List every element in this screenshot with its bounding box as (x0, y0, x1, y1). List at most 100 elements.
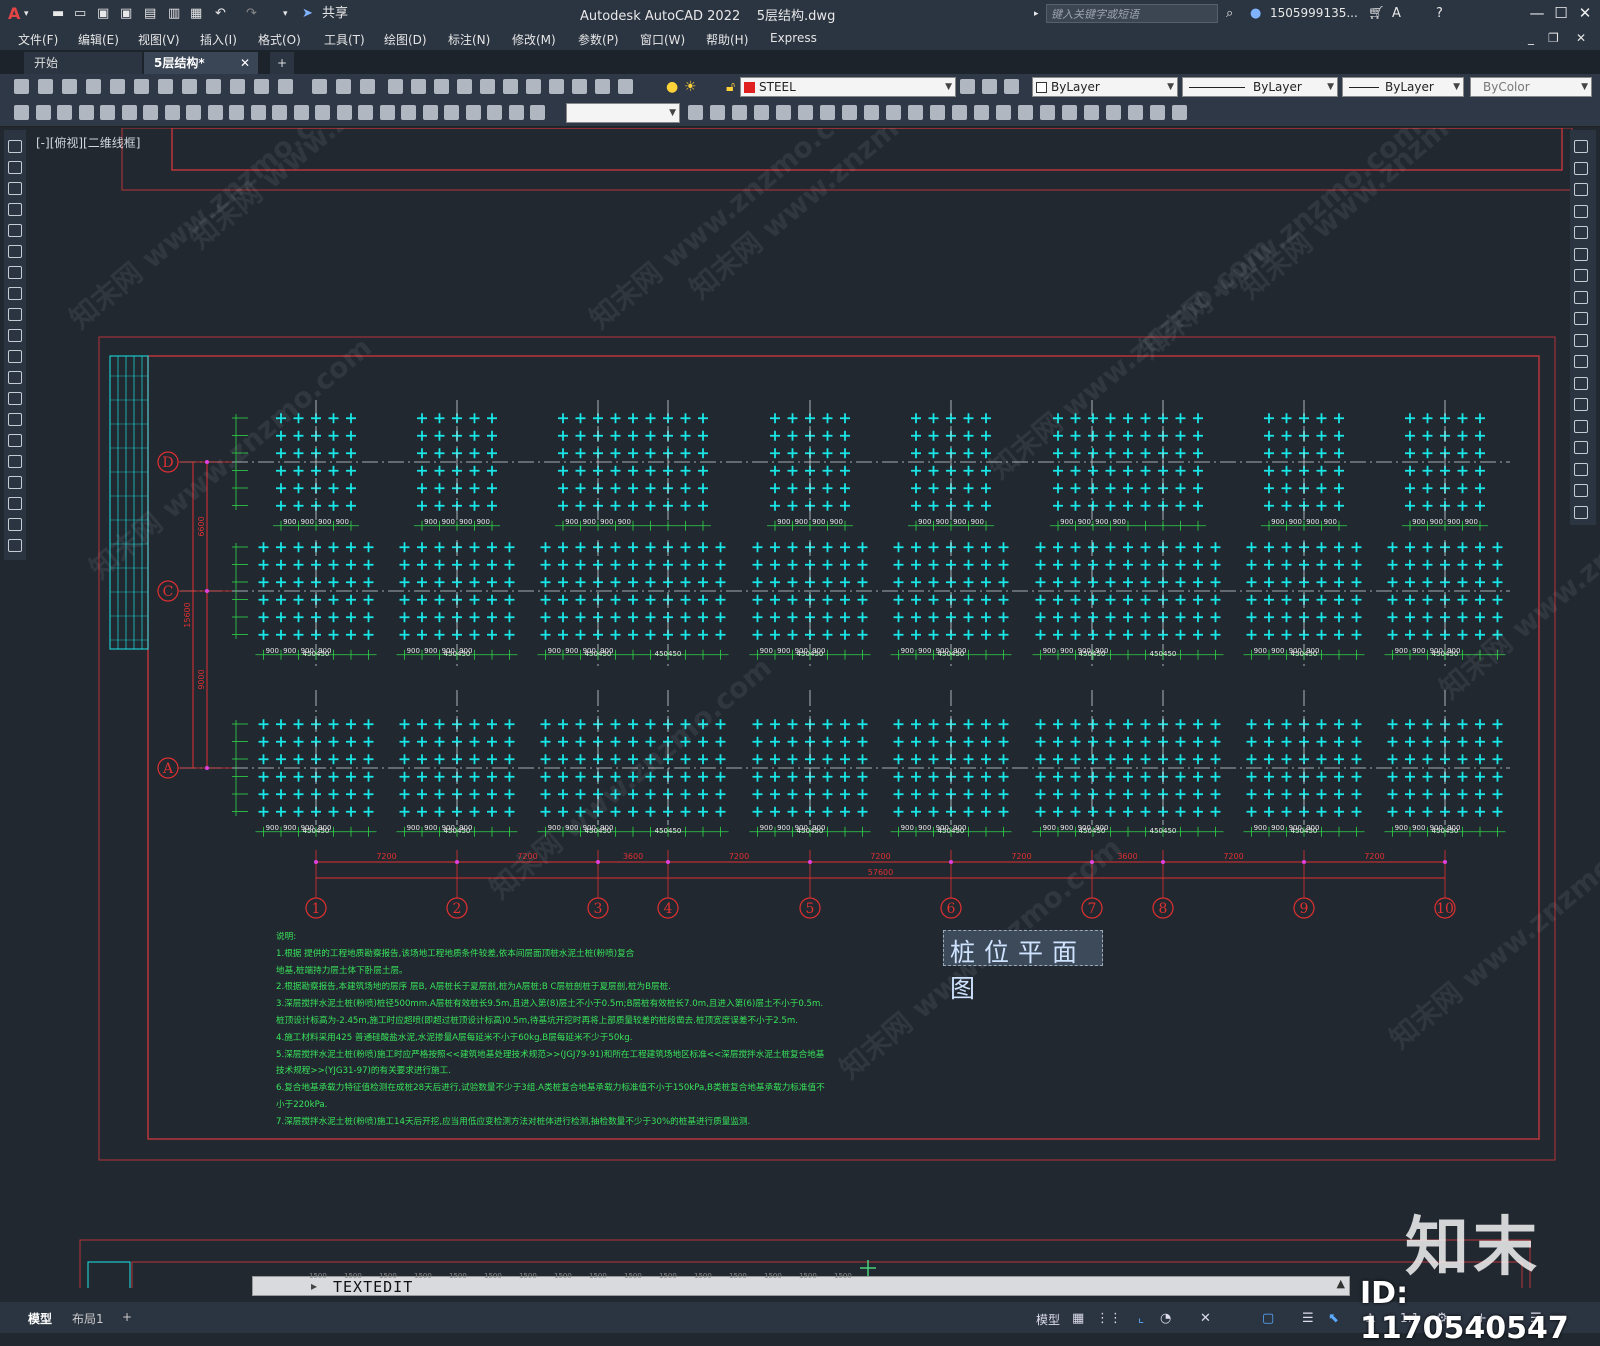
dim-tool-16-icon[interactable] (337, 105, 352, 120)
dim-tool-33-icon[interactable] (842, 105, 857, 120)
dim-tool-30-icon[interactable] (776, 105, 791, 120)
doc-minimize-icon[interactable]: _ (1528, 31, 1534, 45)
tab-close-icon[interactable]: ✕ (240, 52, 250, 74)
dim-tool-7-icon[interactable] (143, 105, 158, 120)
dim-tool-19-icon[interactable] (401, 105, 416, 120)
app-menu-arrow-icon[interactable]: ▾ (24, 4, 29, 24)
standard-tool-6-icon[interactable] (134, 79, 149, 94)
dim-tool-6-icon[interactable] (122, 105, 137, 120)
modify-tool-17-icon[interactable] (1574, 484, 1588, 497)
modify-tool-14-icon[interactable] (1574, 419, 1588, 433)
cart-icon[interactable]: 🛒︎ (1368, 4, 1385, 24)
standard-tool-12-icon[interactable] (278, 79, 293, 94)
dim-tool-11-icon[interactable] (229, 105, 244, 120)
doc-close-icon[interactable]: ✕ (1576, 31, 1586, 45)
draw-tool-14-icon[interactable] (8, 413, 22, 426)
new-file-icon[interactable]: ▬ (52, 4, 64, 24)
tab-document[interactable]: 5层结构* ✕ (144, 52, 258, 74)
dim-tool-3-icon[interactable] (57, 105, 72, 120)
menu-modify[interactable]: 修改(M) (512, 31, 556, 48)
modify-tool-4-icon[interactable] (1574, 204, 1588, 218)
dim-tool-34-icon[interactable] (864, 105, 879, 120)
draw-tool-11-icon[interactable] (8, 350, 22, 363)
linetype-dropdown[interactable]: ByLayer ▼ (1182, 77, 1338, 97)
standard-tool-25-icon[interactable] (595, 79, 610, 94)
color-dropdown[interactable]: ByLayer ▼ (1032, 77, 1178, 97)
menu-format[interactable]: 格式(O) (258, 31, 301, 48)
dim-tool-24-icon[interactable] (509, 105, 524, 120)
draw-tool-5-icon[interactable] (8, 224, 22, 237)
standard-tool-8-icon[interactable] (182, 79, 197, 94)
user-icon[interactable]: ● (1250, 4, 1261, 24)
doc-restore-icon[interactable]: ❐ (1548, 31, 1559, 45)
menu-edit[interactable]: 编辑(E) (78, 31, 119, 48)
dim-tool-26-icon[interactable] (688, 105, 703, 120)
dim-tool-10-icon[interactable] (208, 105, 223, 120)
autodesk-a360-icon[interactable]: A (1392, 4, 1401, 24)
dim-tool-31-icon[interactable] (798, 105, 813, 120)
search-expand-icon[interactable]: ▸ (1034, 4, 1039, 24)
modify-tool-15-icon[interactable] (1574, 441, 1588, 454)
standard-tool-21-icon[interactable] (503, 79, 518, 94)
dim-tool-48-icon[interactable] (1172, 105, 1187, 120)
menu-dimension[interactable]: 标注(N) (448, 31, 490, 48)
save-icon[interactable]: ▣ (97, 4, 109, 24)
draw-tool-16-icon[interactable] (8, 455, 22, 468)
selection-cycling-icon[interactable]: ⬉ (1328, 1311, 1339, 1326)
maximize-button[interactable]: ☐ (1550, 3, 1572, 23)
command-line[interactable]: 1500 1500 1500 1500 1500 1500 1500 1500 1500 1500… (252, 1272, 1350, 1296)
layer-freeze-icon[interactable]: ☀ (684, 79, 697, 95)
dim-tool-27-icon[interactable] (710, 105, 725, 120)
standard-tool-5-icon[interactable] (110, 79, 125, 94)
dim-tool-43-icon[interactable] (1062, 105, 1077, 120)
modify-tool-5-icon[interactable] (1574, 226, 1588, 239)
layout1-tab[interactable]: 布局1 (72, 1310, 104, 1327)
dim-tool-17-icon[interactable] (358, 105, 373, 120)
draw-tool-20-icon[interactable] (8, 539, 22, 552)
dim-tool-13-icon[interactable] (272, 105, 287, 120)
dim-tool-8-icon[interactable] (165, 105, 180, 120)
dim-tool-21-icon[interactable] (444, 105, 459, 120)
standard-tool-2-icon[interactable] (38, 79, 53, 94)
standard-tool-22-icon[interactable] (526, 79, 541, 94)
dim-tool-14-icon[interactable] (294, 105, 309, 120)
draw-tool-4-icon[interactable] (8, 203, 22, 216)
layer-properties-icon[interactable] (960, 79, 975, 94)
dim-tool-44-icon[interactable] (1084, 105, 1099, 120)
modify-tool-2-icon[interactable] (1574, 161, 1588, 175)
standard-tool-4-icon[interactable] (86, 79, 101, 94)
draw-tool-10-icon[interactable] (8, 329, 22, 342)
layer-on-icon[interactable]: ● (666, 79, 678, 95)
user-name[interactable]: 1505999135... (1270, 6, 1358, 20)
add-layout-button[interactable]: + (122, 1310, 132, 1324)
draw-tool-6-icon[interactable] (8, 245, 22, 258)
modify-tool-3-icon[interactable] (1574, 183, 1588, 196)
standard-tool-1-icon[interactable] (14, 79, 29, 94)
modify-tool-6-icon[interactable] (1574, 247, 1588, 261)
dim-tool-38-icon[interactable] (952, 105, 967, 120)
drawing-canvas[interactable]: 1 2 3 4 5 6 7 8 9 10DCA 900 900 900 900 900 900 900 900 9… (0, 128, 1600, 1288)
standard-tool-26-icon[interactable] (618, 79, 633, 94)
menu-insert[interactable]: 插入(I) (200, 31, 237, 48)
print-icon[interactable]: ▦ (190, 4, 202, 24)
menu-parametric[interactable]: 参数(P) (578, 31, 619, 48)
redo-icon[interactable]: ↷ (246, 4, 257, 24)
standard-tool-19-icon[interactable] (457, 79, 472, 94)
dim-tool-41-icon[interactable] (1018, 105, 1033, 120)
standard-tool-11-icon[interactable] (254, 79, 269, 94)
drawing-title-box[interactable]: 桩位平面图 (943, 930, 1103, 1003)
plotstyle-dropdown[interactable]: ByColor ▼ (1470, 77, 1592, 97)
share-button[interactable]: 共享 (322, 4, 348, 24)
standard-tool-3-icon[interactable] (62, 79, 77, 94)
dim-tool-18-icon[interactable] (380, 105, 395, 120)
modify-tool-13-icon[interactable] (1574, 398, 1588, 411)
modify-tool-8-icon[interactable] (1574, 290, 1588, 304)
modify-tool-10-icon[interactable] (1574, 333, 1588, 347)
dim-tool-12-icon[interactable] (251, 105, 266, 120)
dim-tool-20-icon[interactable] (423, 105, 438, 120)
snap-icon[interactable]: ⋮⋮ (1096, 1311, 1122, 1326)
dim-tool-1-icon[interactable] (14, 105, 29, 120)
dim-tool-35-icon[interactable] (886, 105, 901, 120)
model-layout-tab[interactable]: 模型 (28, 1310, 52, 1327)
search-icon[interactable]: ⌕ (1226, 4, 1233, 24)
